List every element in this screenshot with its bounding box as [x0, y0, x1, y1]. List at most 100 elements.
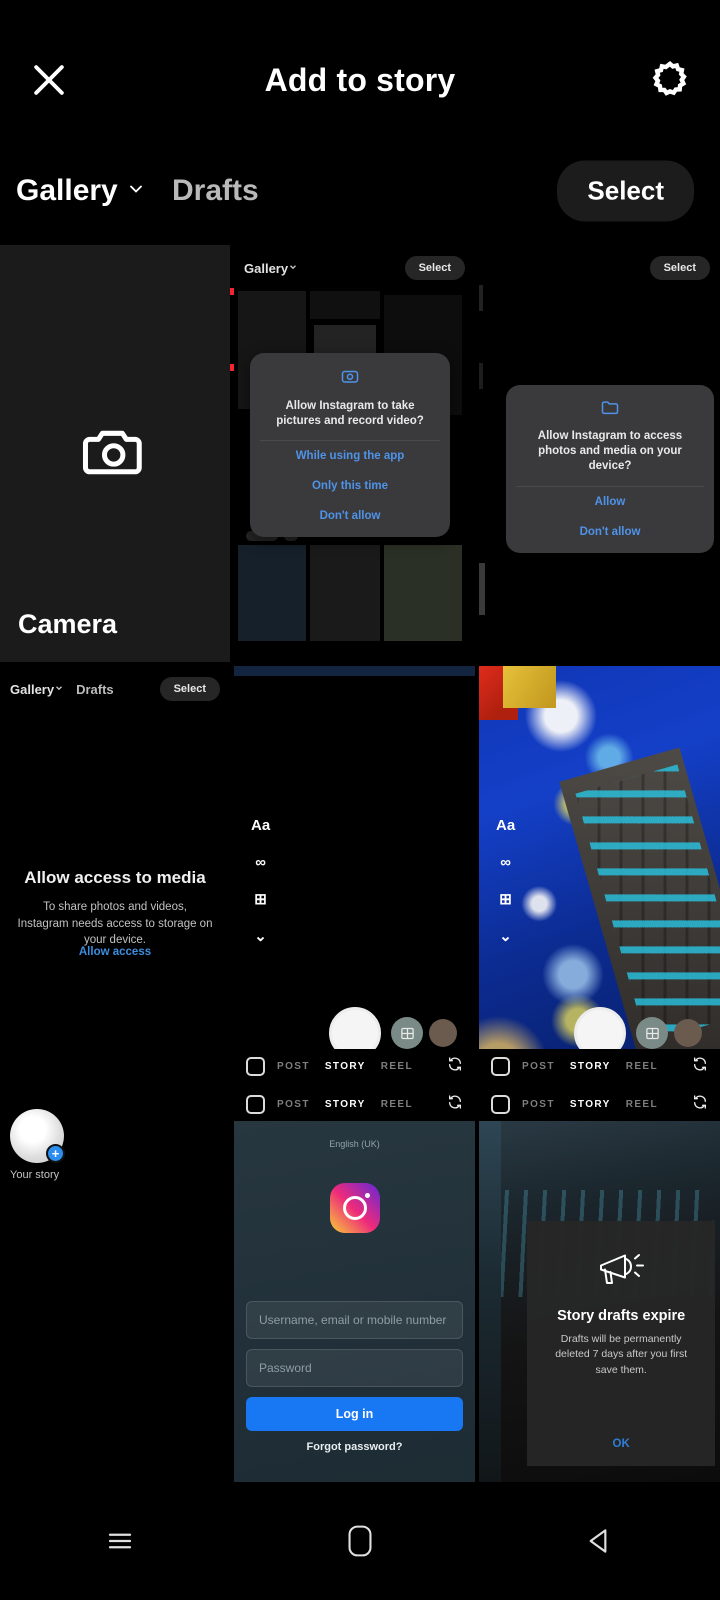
media-grid: Camera Gallery Select Allow Instagram to…	[0, 245, 720, 1504]
instagram-logo-icon	[329, 1183, 380, 1233]
camera-tile-label: Camera	[18, 609, 118, 639]
nested-gallery-label: Gallery	[244, 260, 289, 276]
add-story-badge: +	[46, 1144, 65, 1163]
story-composer-screen: Add to story Gallery Drafts Select Camer…	[0, 0, 720, 1600]
photo-accent	[503, 666, 557, 708]
aspect-ratio-icon	[246, 1056, 265, 1076]
text-tool-icon: Aa	[496, 817, 516, 834]
mode-list: POST STORY REEL	[277, 1099, 413, 1110]
camera-tools: Aa ∞ ⊞ ⌄	[251, 818, 270, 944]
aspect-ratio-icon	[491, 1094, 510, 1114]
thumb-allow-media[interactable]: Gallery Drafts Select Allow access to me…	[0, 666, 230, 1083]
allow-media-title: Allow access to media	[24, 868, 206, 887]
page-title: Add to story	[264, 61, 456, 98]
dialog-body: Drafts will be permanently deleted 7 day…	[555, 1332, 688, 1377]
effects-button	[636, 1017, 668, 1049]
tab-drafts[interactable]: Drafts	[172, 174, 259, 208]
mode-story: STORY	[324, 1098, 366, 1110]
camera-tile[interactable]: Camera	[0, 245, 230, 662]
camera-icon	[82, 422, 148, 485]
allow-media-body: Allow access to media To share photos an…	[0, 666, 230, 1083]
thumb-drafts-expire[interactable]: POST STORY REEL Story drafts expire Draf…	[479, 1087, 720, 1504]
aspect-ratio-icon	[246, 1094, 265, 1114]
permission-question: Allow Instagram to access photos and med…	[537, 430, 683, 473]
username-field: Username, email or mobile number	[246, 1301, 463, 1339]
mode-post: POST	[277, 1098, 310, 1110]
layout-icon: ⊞	[499, 891, 512, 908]
login-screen: English (UK) Username, email or mobile n…	[234, 1121, 475, 1504]
your-story-label: Your story	[10, 1169, 60, 1181]
android-navigation-bar	[0, 1482, 720, 1600]
mode-bar: POST STORY REEL	[479, 1087, 720, 1121]
permission-option: Don't allow	[579, 525, 641, 538]
layout-icon: ⊞	[254, 891, 267, 908]
menu-icon[interactable]	[60, 1506, 180, 1576]
mode-list: POST STORY REEL	[522, 1061, 658, 1072]
mode-post: POST	[522, 1060, 555, 1072]
thumb-login[interactable]: POST STORY REEL English (UK) Username, e…	[234, 1087, 475, 1504]
aspect-ratio-icon	[491, 1056, 510, 1076]
nested-header: Select	[479, 253, 720, 283]
mode-bar: POST STORY REEL	[479, 1049, 720, 1083]
app-bar: Add to story	[0, 26, 720, 134]
nested-select-button: Select	[404, 256, 465, 280]
chevron-down-icon	[288, 259, 298, 277]
chevron-down-icon	[126, 179, 146, 204]
home-icon[interactable]	[300, 1506, 420, 1576]
nested-select-button: Select	[649, 256, 710, 280]
gallery-label: Gallery	[16, 174, 118, 207]
mode-reel: REEL	[625, 1098, 659, 1110]
folder-icon	[601, 399, 619, 420]
thumb-camera-permission[interactable]: Gallery Select Allow Instagram to take p…	[234, 245, 475, 662]
text-tool-icon: Aa	[251, 817, 271, 834]
nested-screenshot: Gallery Select Allow Instagram to take p…	[234, 245, 475, 662]
avatar: +	[10, 1109, 65, 1163]
language-label: English (UK)	[329, 1139, 380, 1149]
permission-option: Allow	[594, 495, 626, 508]
nested-screenshot: Aa ∞ ⊞ ⌄ POST STORY REEL	[479, 666, 720, 1083]
boomerang-icon: ∞	[255, 854, 266, 871]
mode-list: POST STORY REEL	[277, 1061, 413, 1072]
thumb-storage-permission[interactable]: Select Allow Instagram to access photos …	[479, 245, 720, 662]
logo-dot	[364, 1193, 370, 1198]
nested-screenshot: POST STORY REEL Story drafts expire Draf…	[479, 1087, 720, 1504]
forgot-password-link: Forgot password?	[306, 1441, 403, 1453]
source-selector-bar: Gallery Drafts Select	[0, 140, 720, 371]
nested-header: Gallery Select	[234, 253, 475, 283]
permission-option: Don't allow	[319, 510, 381, 523]
nested-screenshot: Aa ∞ ⊞ ⌄ POST STORY REEL	[234, 666, 475, 1083]
megaphone-icon	[595, 1249, 647, 1294]
logo-ring	[342, 1196, 367, 1220]
thumb-your-story[interactable]: + Your story	[0, 1087, 230, 1504]
mode-reel: REEL	[625, 1060, 659, 1072]
mode-bar: POST STORY REEL	[234, 1049, 475, 1083]
flip-camera-icon	[692, 1056, 708, 1077]
login-button: Log in	[246, 1397, 463, 1431]
your-story-block: + Your story	[10, 1109, 76, 1181]
gear-icon[interactable]	[640, 50, 700, 110]
permission-option: Only this time	[311, 480, 389, 493]
chevron-down-icon: ⌄	[499, 928, 512, 945]
gallery-preview-thumb	[429, 1019, 457, 1047]
thumb-camera-dark[interactable]: Aa ∞ ⊞ ⌄ POST STORY REEL	[234, 666, 475, 1083]
flip-camera-icon	[447, 1094, 463, 1115]
permission-dialog: Allow Instagram to take pictures and rec…	[250, 353, 450, 538]
mode-post: POST	[522, 1098, 555, 1110]
dialog-ok-button: OK	[612, 1437, 630, 1450]
camera-tools: Aa ∞ ⊞ ⌄	[496, 818, 515, 944]
mode-reel: REEL	[380, 1098, 414, 1110]
password-field: Password	[246, 1349, 463, 1387]
allow-access-link: Allow access	[78, 946, 152, 958]
gallery-dropdown[interactable]: Gallery	[16, 174, 146, 208]
flip-camera-icon	[447, 1056, 463, 1077]
nested-screenshot: + Your story	[0, 1087, 230, 1504]
effects-button	[391, 1017, 423, 1049]
nested-screenshot: Gallery Drafts Select Allow access to me…	[0, 666, 230, 1083]
mode-story: STORY	[569, 1098, 611, 1110]
nested-screenshot: Select Allow Instagram to access photos …	[479, 245, 720, 662]
permission-option: While using the app	[295, 450, 405, 463]
thumb-camera-photo[interactable]: Aa ∞ ⊞ ⌄ POST STORY REEL	[479, 666, 720, 1083]
back-icon[interactable]	[540, 1506, 660, 1576]
select-button[interactable]: Select	[557, 160, 694, 222]
permission-question: Allow Instagram to take pictures and rec…	[276, 400, 424, 428]
